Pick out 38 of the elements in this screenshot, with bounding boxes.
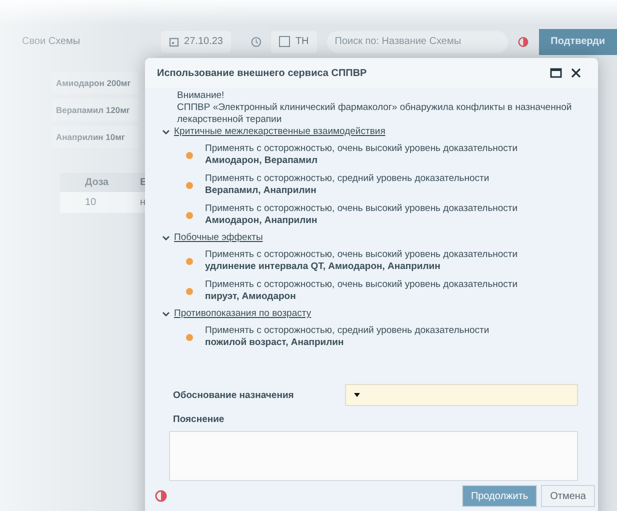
field-label: Пояснение <box>173 414 226 425</box>
comment-field[interactable] <box>169 431 578 481</box>
search-field[interactable]: Поиск по: Название Схемы <box>326 30 508 52</box>
chevron-icon[interactable] <box>162 234 170 242</box>
warning-text: Применять с осторожностью, очень высокий уровень доказательности <box>205 203 518 215</box>
section-link[interactable]: Побочные эффекты <box>174 232 263 244</box>
section-link[interactable]: Критичные межлекарственные взаимодействия <box>174 126 386 138</box>
section-link[interactable]: Противопоказания по возрасту <box>174 308 312 320</box>
confirm-button[interactable]: Подтверди <box>538 28 617 54</box>
warning-subject: Амиодарон, Анаприлин <box>205 215 318 227</box>
warning-text: Применять с осторожностью, средний уровень доказательности <box>205 173 490 185</box>
caret-icon <box>354 393 360 397</box>
warning-subject: Верапамил, Анаприлин <box>205 185 318 197</box>
chevron-icon[interactable] <box>162 310 170 318</box>
continue-button[interactable]: Продолжить <box>462 485 538 507</box>
warning-subject: удлинение интервала QT, Амиодарон, Анаприлин <box>205 261 442 273</box>
tn-checkbox[interactable]: ТН <box>271 30 317 52</box>
table-cell: 10 <box>60 192 115 213</box>
column-header: Доза <box>60 173 115 192</box>
warning-subject: пожилой возраст, Анаприлин <box>205 337 345 349</box>
chevron-icon[interactable] <box>162 128 170 136</box>
clock-icon[interactable] <box>250 36 262 48</box>
warning-text: Применять с осторожностью, очень высокий уровень доказательности <box>205 249 518 261</box>
warning-subject: Амиодарон, Верапамил <box>205 155 318 167</box>
notice-title: Внимание! <box>176 90 226 102</box>
warning-text: Применять с осторожностью, очень высокий уровень доказательности <box>205 279 518 291</box>
notice-text: СППВР «Электронный клинический фармаколог» обнаружила конфликты в назначенной лекарственной терапии <box>176 102 573 126</box>
warning-text: Применять с осторожностью, очень высокий уровень доказательности <box>205 143 518 155</box>
calendar-icon <box>169 36 180 46</box>
date-field[interactable]: 27.10.23 <box>161 30 231 52</box>
contrast-icon[interactable] <box>518 36 529 48</box>
schemes-filter[interactable]: Свои Схемы <box>22 36 80 47</box>
cancel-button[interactable]: Отмена <box>541 485 595 507</box>
contrast-icon[interactable] <box>155 490 167 502</box>
dialog-title: Использование внешнего сервиса СППВР <box>157 68 368 78</box>
warning-subject: пируэт, Амиодарон <box>205 291 297 303</box>
warning-text: Применять с осторожностью, средний уровень доказательности <box>205 325 490 337</box>
field-label: Обоснование назначения <box>173 390 295 400</box>
